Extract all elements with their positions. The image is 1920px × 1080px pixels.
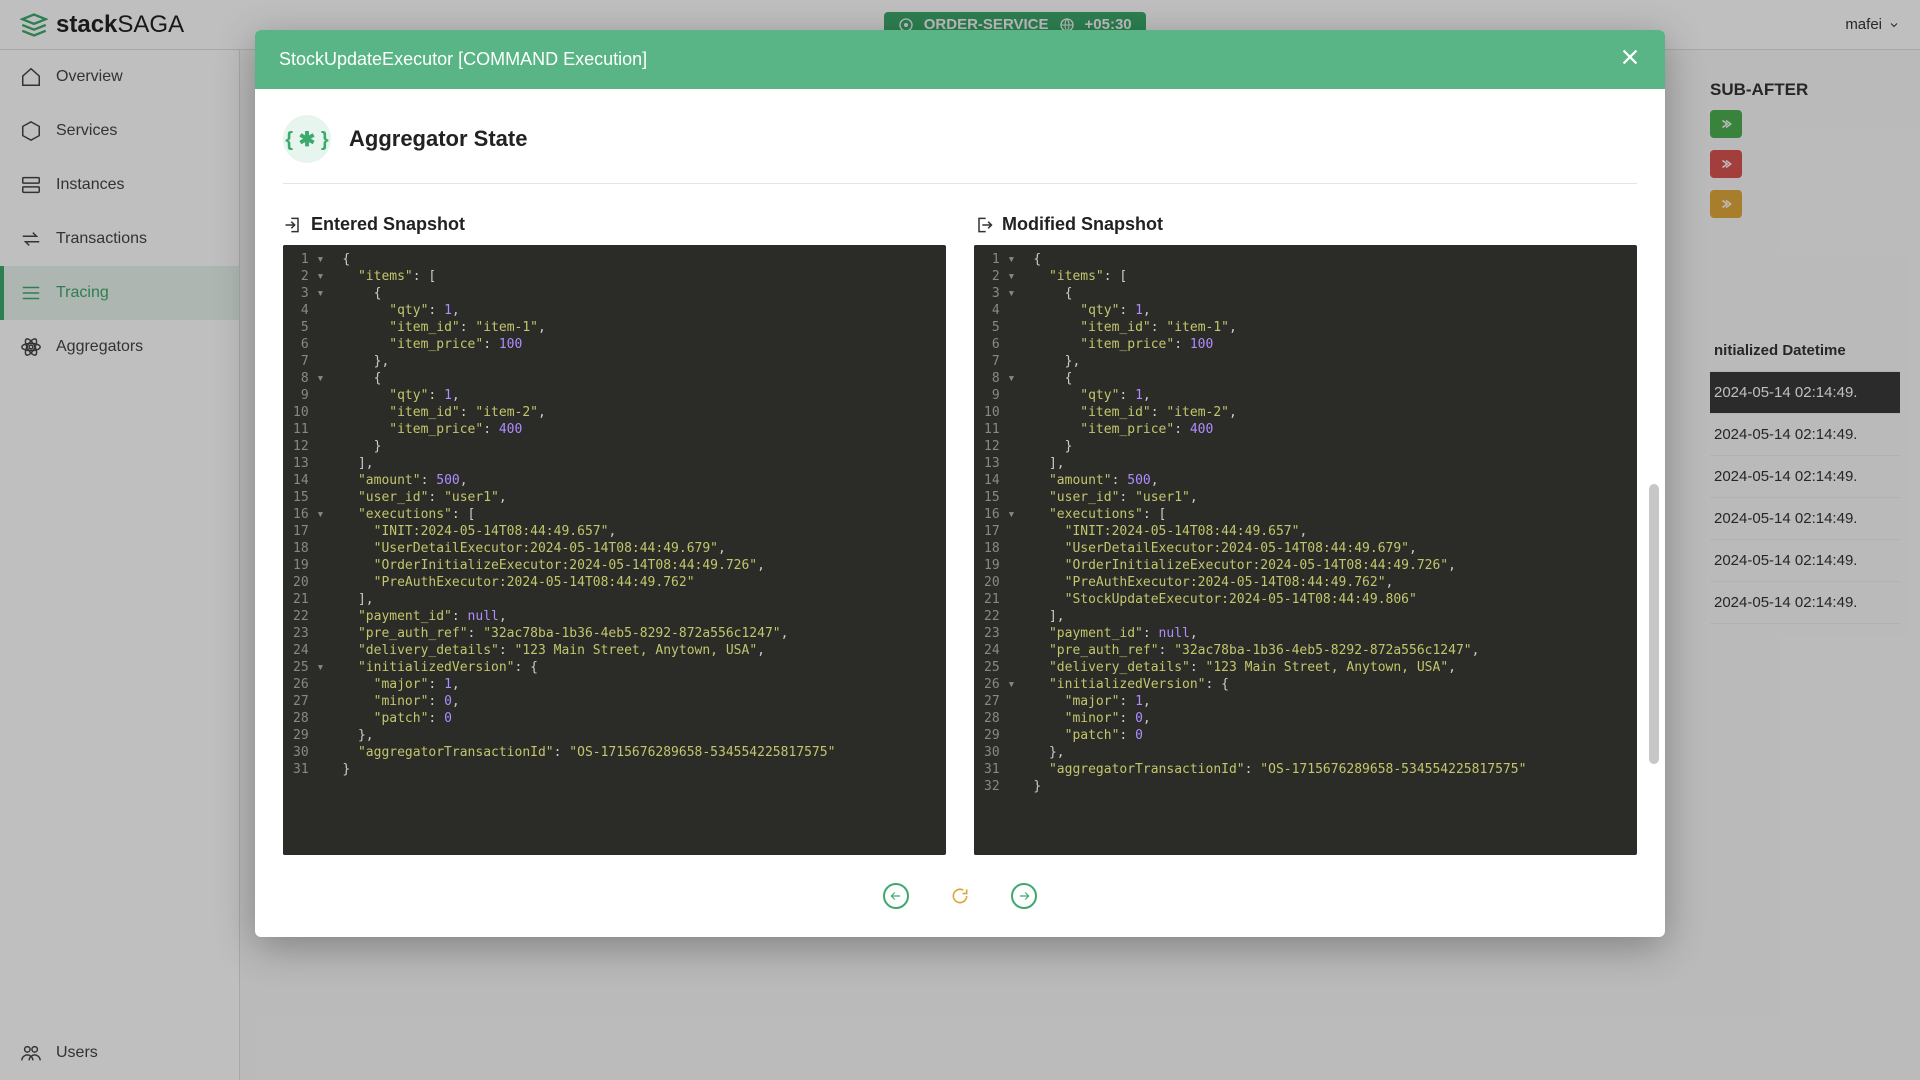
entered-snapshot-panel: Entered Snapshot 1 ▾ 2 ▾ 3 ▾ 4 5 6 7 8 ▾… bbox=[283, 214, 946, 855]
modal-title: StockUpdateExecutor [COMMAND Execution] bbox=[279, 49, 647, 70]
modal-header: StockUpdateExecutor [COMMAND Execution] bbox=[255, 30, 1665, 89]
close-icon bbox=[1619, 46, 1641, 68]
modified-snapshot-panel: Modified Snapshot 1 ▾ 2 ▾ 3 ▾ 4 5 6 7 8 … bbox=[974, 214, 1637, 855]
entered-code[interactable]: 1 ▾ 2 ▾ 3 ▾ 4 5 6 7 8 ▾ 9 10 11 12 13 14… bbox=[283, 245, 946, 855]
entered-title: Entered Snapshot bbox=[311, 214, 465, 235]
close-button[interactable] bbox=[1619, 46, 1641, 73]
arrow-right-icon bbox=[1017, 889, 1031, 903]
prev-button[interactable] bbox=[883, 883, 909, 909]
scrollbar-thumb[interactable] bbox=[1649, 484, 1659, 764]
refresh-icon bbox=[950, 886, 970, 906]
executor-modal: StockUpdateExecutor [COMMAND Execution] … bbox=[255, 30, 1665, 937]
enter-icon bbox=[283, 215, 303, 235]
aggregator-icon: { ✱ } bbox=[283, 115, 331, 163]
next-button[interactable] bbox=[1011, 883, 1037, 909]
modified-code[interactable]: 1 ▾ 2 ▾ 3 ▾ 4 5 6 7 8 ▾ 9 10 11 12 13 14… bbox=[974, 245, 1637, 855]
modal-overlay: StockUpdateExecutor [COMMAND Execution] … bbox=[0, 0, 1920, 1080]
modal-scrollbar[interactable] bbox=[1647, 184, 1659, 937]
modal-footer bbox=[255, 863, 1665, 937]
section-title: Aggregator State bbox=[349, 126, 527, 152]
section-header: { ✱ } Aggregator State bbox=[283, 107, 1637, 184]
exit-icon bbox=[974, 215, 994, 235]
refresh-button[interactable] bbox=[947, 883, 973, 909]
arrow-left-icon bbox=[889, 889, 903, 903]
modified-title: Modified Snapshot bbox=[1002, 214, 1163, 235]
